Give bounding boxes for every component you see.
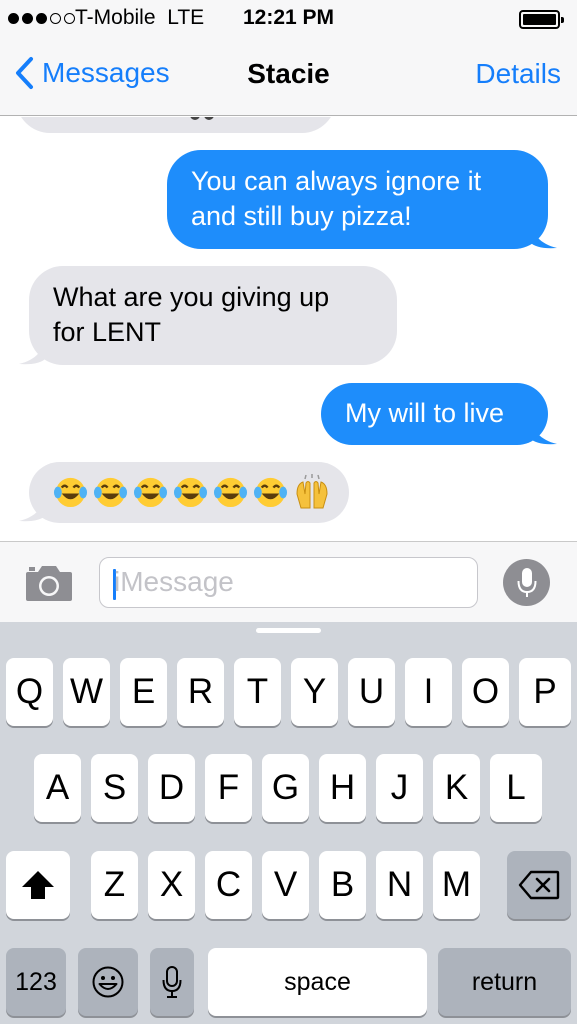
- laughing-crying-emoji-icon: [213, 477, 248, 508]
- dictation-key[interactable]: [150, 948, 194, 1016]
- shift-arrow-icon: [22, 871, 54, 899]
- key-j[interactable]: J: [376, 754, 423, 822]
- dictation-button[interactable]: [503, 559, 550, 606]
- message-text-line: What are you giving up: [53, 282, 330, 312]
- key-t[interactable]: T: [234, 658, 281, 726]
- emoji-key[interactable]: [78, 948, 138, 1016]
- bubble-tail: [19, 336, 46, 365]
- key-e[interactable]: E: [120, 658, 167, 726]
- battery-icon: [519, 10, 564, 29]
- bubble-tail: [530, 416, 557, 445]
- key-p[interactable]: P: [519, 658, 571, 726]
- key-x[interactable]: X: [148, 851, 195, 919]
- numbers-key[interactable]: 123: [6, 948, 66, 1016]
- message-input[interactable]: [114, 558, 464, 606]
- details-button[interactable]: Details: [475, 58, 561, 90]
- backspace-icon: [518, 870, 560, 900]
- camera-icon[interactable]: [24, 563, 74, 603]
- key-f[interactable]: F: [205, 754, 252, 822]
- raising-hands-emoji-icon: [296, 474, 328, 509]
- message-composer: [0, 541, 577, 622]
- conversation-view[interactable]: You can always ignore it and still buy p…: [0, 117, 577, 541]
- return-key[interactable]: return: [438, 948, 571, 1016]
- status-bar: T-Mobile LTE 12:21 PM: [0, 0, 577, 38]
- battery-nub: [561, 17, 564, 23]
- microphone-icon: [517, 567, 536, 597]
- key-a[interactable]: A: [34, 754, 81, 822]
- navigation-bar: Messages Stacie Details: [0, 38, 577, 116]
- message-bubble-outgoing[interactable]: You can always ignore it and still buy p…: [167, 150, 548, 249]
- emoji-smiley-icon: [92, 966, 124, 998]
- key-s[interactable]: S: [91, 754, 138, 822]
- laughing-crying-emoji-icon: [173, 477, 208, 508]
- bubble-tail: [19, 493, 46, 522]
- message-text-line: You can always ignore it: [191, 166, 482, 196]
- message-text-line: for LENT: [53, 317, 162, 347]
- key-b[interactable]: B: [319, 851, 366, 919]
- bubble-tail: [530, 220, 557, 249]
- key-o[interactable]: O: [462, 658, 509, 726]
- key-y[interactable]: Y: [291, 658, 338, 726]
- shift-key[interactable]: [6, 851, 70, 919]
- key-k[interactable]: K: [433, 754, 480, 822]
- microphone-icon: [162, 966, 182, 998]
- message-bubble-outgoing[interactable]: My will to live: [321, 383, 548, 445]
- key-q[interactable]: Q: [6, 658, 53, 726]
- key-n[interactable]: N: [376, 851, 423, 919]
- laughing-crying-emoji-icon: [93, 477, 128, 508]
- status-time: 12:21 PM: [242, 6, 335, 29]
- message-bubble-partial: [16, 117, 336, 133]
- keyboard-grabber: [256, 628, 321, 633]
- keyboard: Q W E R T Y U I O P A S D F G H J K L Z …: [0, 622, 577, 1024]
- laughing-crying-emoji-icon: [133, 477, 168, 508]
- key-v[interactable]: V: [262, 851, 309, 919]
- key-l[interactable]: L: [490, 754, 542, 822]
- message-bubble-incoming-emoji[interactable]: [29, 462, 349, 523]
- laughing-crying-emoji-icon: [53, 477, 88, 508]
- key-w[interactable]: W: [63, 658, 110, 726]
- key-r[interactable]: R: [177, 658, 224, 726]
- key-h[interactable]: H: [319, 754, 366, 822]
- imessage-text-field[interactable]: [99, 557, 478, 608]
- delete-key[interactable]: [507, 851, 571, 919]
- space-key[interactable]: space: [208, 948, 427, 1016]
- key-g[interactable]: G: [262, 754, 309, 822]
- key-d[interactable]: D: [148, 754, 195, 822]
- key-m[interactable]: M: [433, 851, 480, 919]
- key-z[interactable]: Z: [91, 851, 138, 919]
- message-text-line: My will to live: [345, 398, 505, 428]
- laughing-crying-emoji-icon: [253, 477, 288, 508]
- message-bubble-incoming[interactable]: What are you giving up for LENT: [29, 266, 397, 365]
- key-c[interactable]: C: [205, 851, 252, 919]
- key-u[interactable]: U: [348, 658, 395, 726]
- partial-text-fragment: [190, 117, 220, 120]
- key-i[interactable]: I: [405, 658, 452, 726]
- battery-fill: [523, 14, 556, 25]
- message-text-line: and still buy pizza!: [191, 201, 412, 231]
